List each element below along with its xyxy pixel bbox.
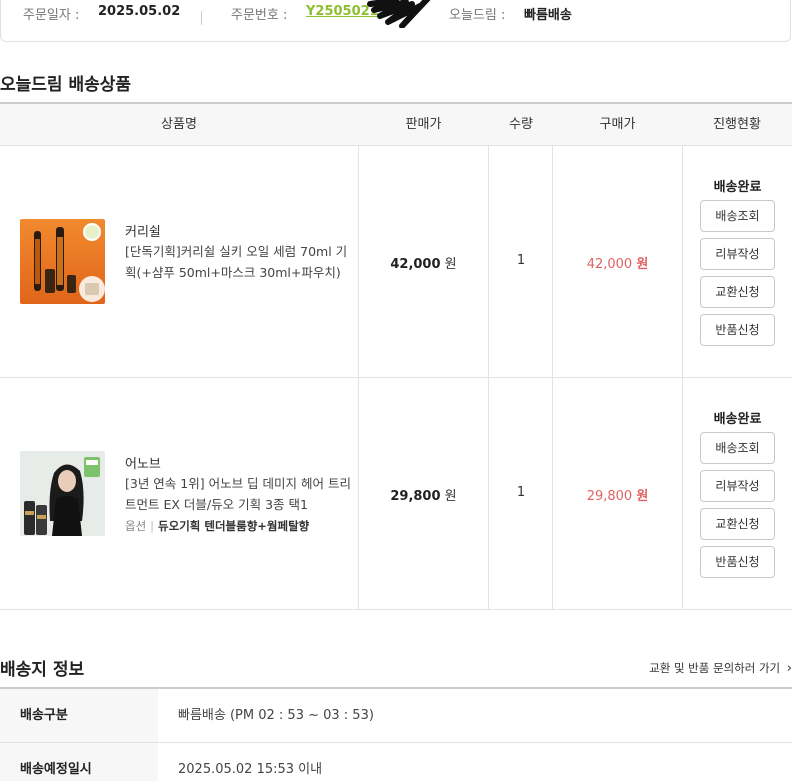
currency-unit: 원 xyxy=(636,489,649,504)
delivery-status: 배송완료 xyxy=(713,412,762,427)
order-date-label: 주문일자 : xyxy=(23,8,80,23)
track-delivery-button[interactable]: 배송조회 xyxy=(700,200,775,232)
col-header-purchase: 구매가 xyxy=(599,117,636,132)
write-review-button[interactable]: 리뷰작성 xyxy=(700,470,775,502)
table-row: 어노브 [3년 연속 1위] 어노브 딥 데미지 헤어 트리트먼트 EX 더블/… xyxy=(0,378,792,610)
product-thumbnail[interactable] xyxy=(20,219,105,304)
product-name[interactable]: [단독기획]커리쉴 실키 오일 세럼 70ml 기획(+샴푸 50ml+마스크 … xyxy=(125,241,355,283)
divider: | xyxy=(150,519,155,533)
sale-price: 42,000 원 xyxy=(358,253,489,272)
order-info-box: 주문일자 : 2025.05.02 주문번호 : Y2505021 오늘드림 :… xyxy=(0,0,791,42)
expected-delivery-label: 배송예정일시 xyxy=(0,743,158,781)
shipping-type-value: 빠름배송 (PM 02 : 53 ~ 03 : 53) xyxy=(178,708,374,723)
delivery-type-label: 오늘드림 : xyxy=(449,8,506,23)
currency-unit: 원 xyxy=(444,257,457,272)
col-header-price: 판매가 xyxy=(405,117,442,132)
purchase-price-value: 29,800 xyxy=(586,489,633,504)
table-row: 배송구분 빠름배송 (PM 02 : 53 ~ 03 : 53) xyxy=(0,689,792,743)
product-brand[interactable]: 어노브 xyxy=(125,453,161,472)
sale-price: 29,800 원 xyxy=(358,485,489,504)
col-header-product: 상품명 xyxy=(161,117,197,132)
order-date-value: 2025.05.02 xyxy=(98,4,181,19)
redaction-scribble xyxy=(367,0,431,28)
section-title-shipping: 배송지 정보 xyxy=(0,660,85,680)
inquiry-link-label: 교환 및 반품 문의하러 가기 xyxy=(649,661,781,675)
purchase-price-value: 42,000 xyxy=(586,257,633,272)
option-value: 듀오기획 텐더블룸향+웜페탈향 xyxy=(158,519,310,533)
product-thumbnail[interactable] xyxy=(20,451,105,536)
sale-price-value: 42,000 xyxy=(390,257,441,272)
currency-unit: 원 xyxy=(444,489,457,504)
exchange-request-button[interactable]: 교환신청 xyxy=(700,508,775,540)
exchange-request-button[interactable]: 교환신청 xyxy=(700,276,775,308)
product-option: 옵션 | 듀오기획 텐더블룸향+웜페탈향 xyxy=(125,518,309,534)
table-row: 배송예정일시 2025.05.02 15:53 이내 xyxy=(0,743,792,781)
purchase-price: 29,800 원 xyxy=(553,485,682,504)
currency-unit: 원 xyxy=(636,257,649,272)
chevron-right-icon: › xyxy=(786,661,792,676)
table-row: 커리쉴 [단독기획]커리쉴 실키 오일 세럼 70ml 기획(+샴푸 50ml+… xyxy=(0,146,792,378)
divider xyxy=(201,11,202,25)
track-delivery-button[interactable]: 배송조회 xyxy=(700,432,775,464)
product-table: 상품명 판매가 수량 구매가 진행현황 커리쉴 [단독기획]커리쉴 실키 오일 … xyxy=(0,102,792,610)
quantity: 1 xyxy=(516,253,526,268)
return-request-button[interactable]: 반품신청 xyxy=(700,314,775,346)
shipping-info-table: 배송구분 빠름배송 (PM 02 : 53 ~ 03 : 53) 배송예정일시 … xyxy=(0,687,792,781)
shipping-type-label: 배송구분 xyxy=(0,689,158,742)
expected-delivery-value: 2025.05.02 15:53 이내 xyxy=(178,762,323,777)
col-header-qty: 수량 xyxy=(509,117,533,132)
col-header-status: 진행현황 xyxy=(713,117,761,132)
section-title-products: 오늘드림 배송상품 xyxy=(0,75,132,95)
delivery-type-value: 빠름배송 xyxy=(524,8,572,23)
option-label: 옵션 xyxy=(125,519,147,533)
sale-price-value: 29,800 xyxy=(390,489,441,504)
return-request-button[interactable]: 반품신청 xyxy=(700,546,775,578)
purchase-price: 42,000 원 xyxy=(553,253,682,272)
quantity: 1 xyxy=(516,485,526,500)
delivery-status: 배송완료 xyxy=(713,180,762,195)
exchange-return-inquiry-link[interactable]: 교환 및 반품 문의하러 가기 › xyxy=(649,660,792,676)
table-header: 상품명 판매가 수량 구매가 진행현황 xyxy=(0,104,792,146)
product-name[interactable]: [3년 연속 1위] 어노브 딥 데미지 헤어 트리트먼트 EX 더블/듀오 기… xyxy=(125,473,355,515)
order-number-label: 주문번호 : xyxy=(231,8,288,23)
write-review-button[interactable]: 리뷰작성 xyxy=(700,238,775,270)
product-brand[interactable]: 커리쉴 xyxy=(125,221,161,240)
